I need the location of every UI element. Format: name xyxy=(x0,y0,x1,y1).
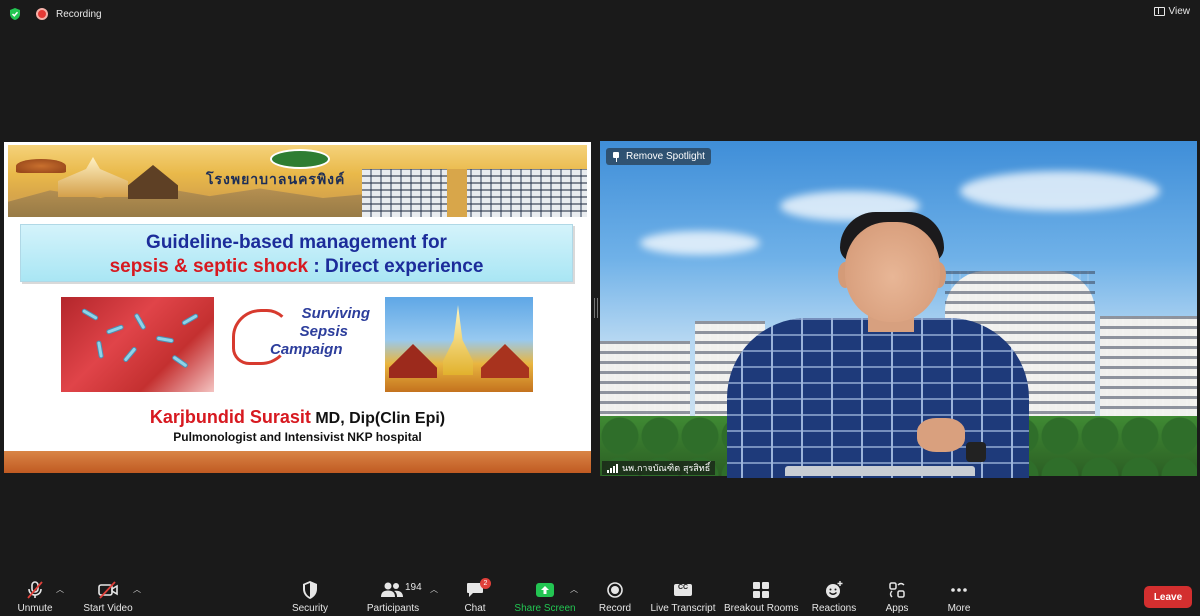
pin-icon xyxy=(612,151,620,162)
apps-label: Apps xyxy=(885,603,909,614)
slide-title-box: Guideline-based management for sepsis & … xyxy=(20,224,573,282)
shared-slide: โรงพยาบาลนครพิงค์ Guideline-based manage… xyxy=(4,142,591,473)
reactions-button[interactable]: Reactions xyxy=(810,572,858,616)
record-icon xyxy=(607,582,623,598)
bacteria-blood-image xyxy=(61,297,214,392)
speaker-face xyxy=(845,222,940,322)
record-button[interactable]: Record xyxy=(596,572,634,616)
record-label: Record xyxy=(598,603,632,614)
hospital-buildings-image xyxy=(362,169,587,217)
participants-count: 194 xyxy=(405,582,422,593)
participants-label: Participants xyxy=(366,603,420,614)
participant-name: นพ.กาจบัณฑิต สุรสิทธิ์ xyxy=(622,464,711,474)
split-resize-handle[interactable] xyxy=(594,298,598,318)
recording-indicator-icon xyxy=(36,8,48,20)
breakout-rooms-label: Breakout Rooms xyxy=(724,603,799,614)
breakout-rooms-button[interactable]: Breakout Rooms xyxy=(724,572,798,616)
share-screen-icon xyxy=(536,583,554,597)
cc-text: CC xyxy=(677,584,689,591)
participants-button[interactable]: 194 Participants xyxy=(362,572,424,616)
slide-title-line1: Guideline-based management for xyxy=(146,232,447,253)
presenter-name: Karjbundid Surasit xyxy=(149,407,311,427)
video-options-chevron-up-icon[interactable]: ︿ xyxy=(133,584,141,595)
slide-footer-bar xyxy=(4,451,591,473)
apps-icon xyxy=(889,582,905,598)
security-label: Security xyxy=(291,603,329,614)
remove-spotlight-label: Remove Spotlight xyxy=(626,151,705,162)
slide-title-suffix: : Direct experience xyxy=(308,256,484,277)
recording-label: Recording xyxy=(56,8,102,20)
encryption-shield-icon[interactable] xyxy=(8,7,22,21)
more-button[interactable]: More xyxy=(940,572,978,616)
reactions-smiley-icon xyxy=(826,581,843,598)
breakout-rooms-grid-icon xyxy=(753,582,769,598)
campaign-line1: Surviving xyxy=(301,305,370,322)
presenter-role: Pulmonologist and Intensivist NKP hospit… xyxy=(173,430,422,444)
slide-title-line2: sepsis & septic shock : Direct experienc… xyxy=(21,255,572,279)
surviving-sepsis-campaign-logo: Surviving Sepsis Campaign xyxy=(232,305,372,385)
laptop-edge xyxy=(785,466,975,476)
slide-title-highlight: sepsis & septic shock xyxy=(109,256,309,277)
live-transcript-button[interactable]: CC Live Transcript xyxy=(650,572,716,616)
apps-button[interactable]: Apps xyxy=(878,572,916,616)
unmute-button[interactable]: Unmute xyxy=(12,572,58,616)
start-video-label: Start Video xyxy=(83,603,133,614)
audio-options-chevron-up-icon[interactable]: ︿ xyxy=(56,584,64,595)
temple-image xyxy=(128,165,178,199)
meeting-top-bar: Recording View xyxy=(0,0,1200,28)
connection-signal-icon xyxy=(607,463,618,473)
view-button[interactable]: View xyxy=(1153,6,1191,17)
chat-unread-badge: 2 xyxy=(480,578,491,589)
share-screen-button[interactable]: Share Screen xyxy=(514,572,576,616)
start-video-button[interactable]: Start Video xyxy=(82,572,134,616)
more-dots-icon xyxy=(951,588,967,592)
meeting-toolbar: Unmute ︿ Start Video ︿ Security 194 Part… xyxy=(0,572,1200,616)
chat-label: Chat xyxy=(464,603,486,614)
view-grid-icon xyxy=(1153,7,1165,16)
campaign-line3: Campaign xyxy=(270,341,343,358)
reactions-label: Reactions xyxy=(811,603,857,614)
security-shield-icon xyxy=(303,581,317,599)
hospital-logo xyxy=(270,149,330,169)
hospital-name: โรงพยาบาลนครพิงค์ xyxy=(206,172,346,188)
participants-options-chevron-up-icon[interactable]: ︿ xyxy=(430,584,438,595)
umbrella-image xyxy=(16,159,66,173)
muted-microphone-icon xyxy=(27,581,43,599)
pagoda-image xyxy=(58,157,128,197)
speaker-watch xyxy=(966,442,986,462)
presenter-credentials: MD, Dip(Clin Epi) xyxy=(310,410,446,427)
speaker-hand xyxy=(917,418,965,452)
doi-suthep-temple-image xyxy=(385,297,533,392)
presenter-info: Karjbundid Surasit MD, Dip(Clin Epi) Pul… xyxy=(4,406,591,445)
unmute-label: Unmute xyxy=(17,603,53,614)
remove-spotlight-button[interactable]: Remove Spotlight xyxy=(606,148,711,165)
share-options-chevron-up-icon[interactable]: ︿ xyxy=(570,584,578,595)
participant-name-tag: นพ.กาจบัณฑิต สุรสิทธิ์ xyxy=(602,461,716,475)
participants-icon xyxy=(381,582,403,597)
live-transcript-label: Live Transcript xyxy=(650,603,716,614)
share-screen-label: Share Screen xyxy=(514,603,576,614)
more-label: More xyxy=(947,603,971,614)
security-button[interactable]: Security xyxy=(288,572,332,616)
campaign-line2: Sepsis xyxy=(299,323,348,340)
view-label: View xyxy=(1168,6,1191,17)
leave-meeting-button[interactable]: Leave xyxy=(1144,586,1192,608)
video-off-icon xyxy=(98,581,118,599)
slide-header-banner: โรงพยาบาลนครพิงค์ xyxy=(8,145,587,217)
